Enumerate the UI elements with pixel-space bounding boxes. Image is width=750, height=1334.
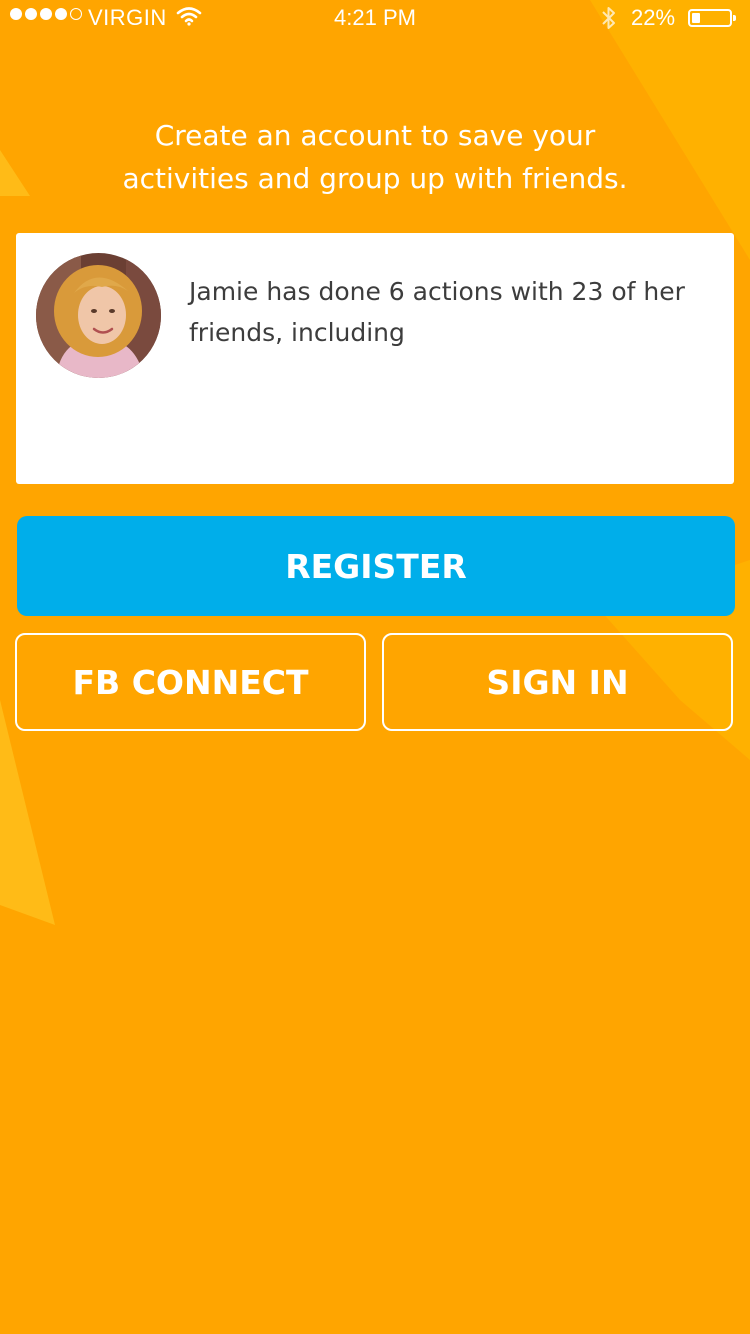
avatar <box>36 253 161 378</box>
sign-in-button[interactable]: SIGN IN <box>382 633 733 731</box>
heading-line-2: activities and group up with friends. <box>122 162 628 195</box>
register-button[interactable]: REGISTER <box>17 516 735 616</box>
fb-connect-button[interactable]: FB CONNECT <box>15 633 366 731</box>
activity-text-line-1: Jamie has done 6 actions with 23 of her <box>189 277 685 306</box>
page-heading: Create an account to save your activitie… <box>0 114 750 200</box>
battery-level <box>692 13 700 23</box>
friend-activity-card: Jamie has done 6 actions with 23 of her … <box>16 233 734 484</box>
activity-text: Jamie has done 6 actions with 23 of her … <box>189 271 689 353</box>
status-bar: VIRGIN 4:21 PM 22% <box>0 0 750 40</box>
battery-percent: 22% <box>631 5 676 30</box>
heading-line-1: Create an account to save your <box>154 119 596 152</box>
bluetooth-icon <box>600 5 618 37</box>
activity-text-line-2: friends, including <box>189 318 405 347</box>
battery-icon <box>688 9 736 27</box>
